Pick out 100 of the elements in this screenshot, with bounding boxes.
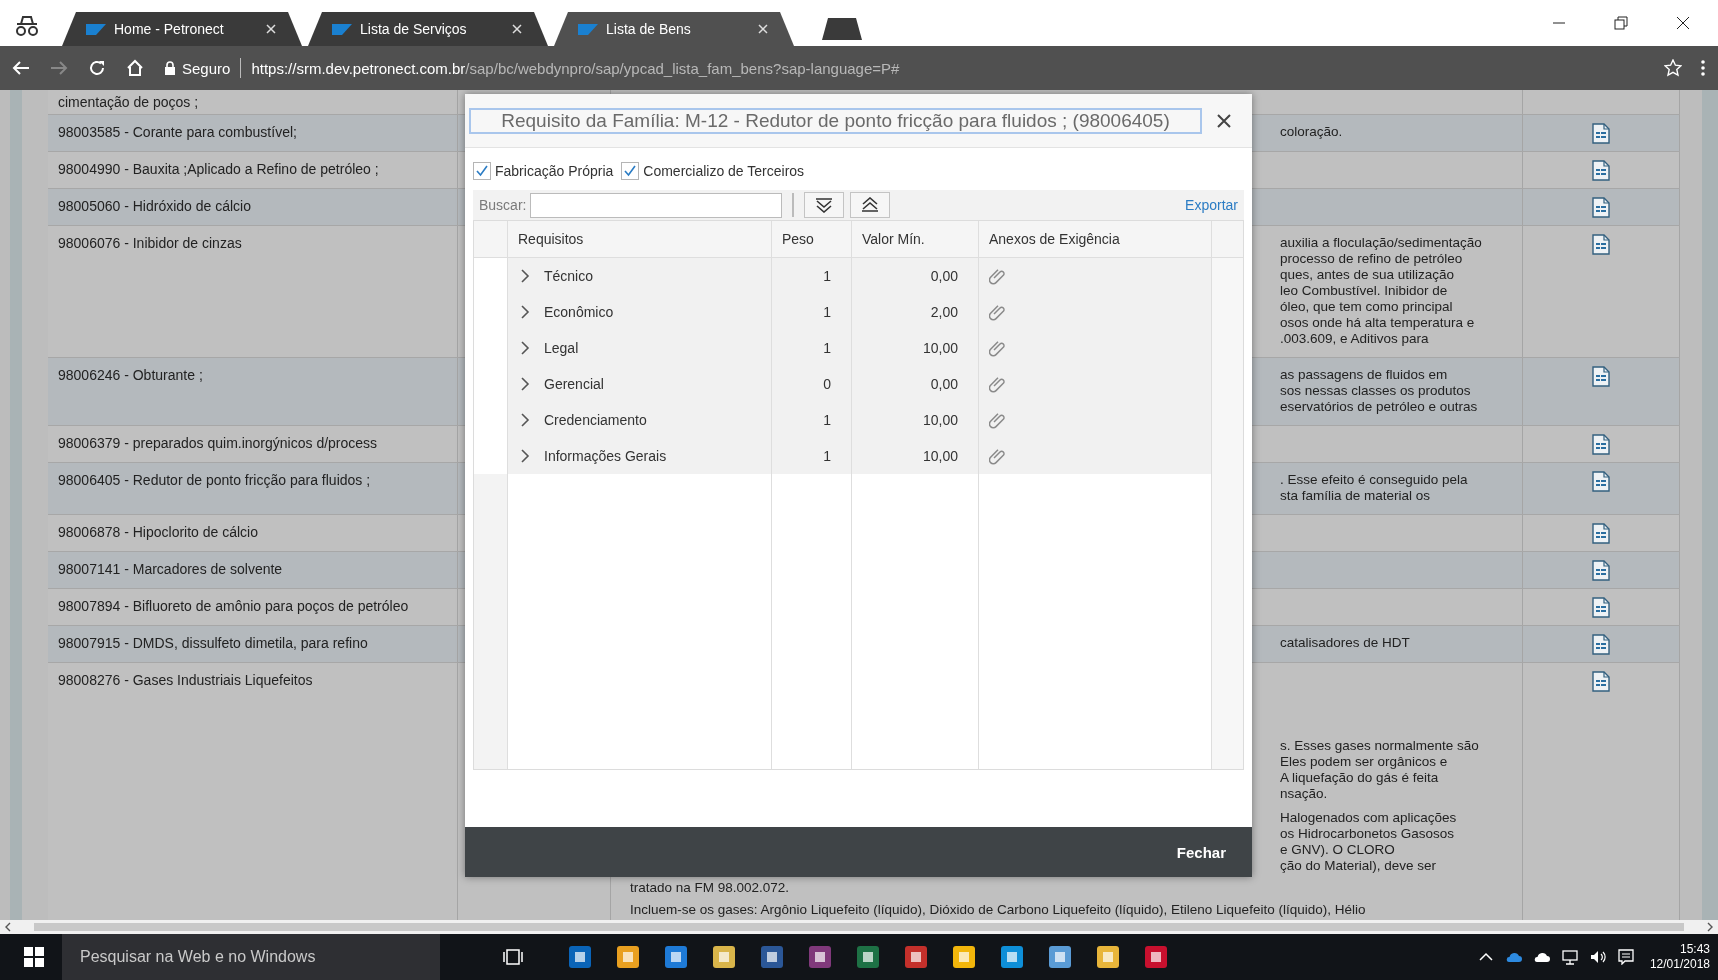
document-icon[interactable] (1592, 560, 1610, 581)
min-value: 10,00 (922, 340, 958, 356)
app-icon[interactable] (951, 944, 977, 970)
search-field[interactable]: Pesquisar na Web e no Windows (62, 934, 440, 980)
description-text: .003.609, e Aditivos para (1280, 331, 1430, 347)
document-icon[interactable] (1592, 671, 1610, 692)
notification-icon[interactable] (1616, 949, 1635, 965)
home-icon[interactable] (126, 59, 144, 77)
app-icon[interactable] (855, 944, 881, 970)
column-header[interactable]: Anexos de Exigência (989, 231, 1120, 247)
url-text[interactable]: https://srm.dev.petronect.com.br/sap/bc/webdynpro/sap/ypcad_lista_fam_bens?sap-language=P# (251, 59, 900, 77)
min-value: 2,00 (930, 304, 958, 320)
document-icon[interactable] (1592, 197, 1610, 218)
app-icon[interactable] (759, 944, 785, 970)
app-icon[interactable] (1143, 944, 1169, 970)
scroll-right-icon[interactable] (1706, 922, 1714, 932)
description-text: e GNV). O CLORO (1280, 842, 1396, 858)
close-button[interactable]: Fechar (1162, 835, 1240, 869)
requirement-name: Informações Gerais (544, 448, 667, 464)
app-icon[interactable] (807, 944, 833, 970)
search-field[interactable] (530, 192, 783, 218)
speaker-icon[interactable] (1588, 949, 1607, 965)
description-text: Incluem-se os gases: Argônio Liquefeito (líquido), Dióxido de Carbono Liquefeito (líquido), Etileno Liquefeito (líquido), Hélio (630, 902, 1367, 918)
checkbox[interactable] (621, 162, 640, 180)
min-value: 10,00 (922, 412, 958, 428)
document-icon[interactable] (1592, 434, 1610, 455)
app-icon[interactable] (903, 944, 929, 970)
table-cell: 98005060 - Hidróxido de cálcio (48, 189, 458, 225)
chevron-icon[interactable] (520, 269, 530, 283)
paperclip-icon[interactable] (989, 339, 1005, 357)
paperclip-icon[interactable] (989, 447, 1005, 465)
table-cell: 98007141 - Marcadores de solvente (48, 552, 458, 588)
new-tab-button[interactable] (822, 18, 862, 40)
description-text: . Esse efeito é conseguido pela (1280, 472, 1469, 488)
paperclip-icon[interactable] (989, 303, 1005, 321)
browser-tab[interactable]: Home - Petronect (62, 12, 302, 46)
document-icon[interactable] (1592, 597, 1610, 618)
browser-tab[interactable]: Lista de Bens (554, 12, 794, 46)
chevron-icon[interactable] (520, 341, 530, 355)
document-icon[interactable] (1592, 634, 1610, 655)
clock-date[interactable]: 12/01/2018 (1649, 957, 1710, 972)
collapse-all-button[interactable] (850, 192, 891, 218)
browser-tab[interactable]: Lista de Serviços (308, 12, 548, 46)
back-arrow-icon[interactable] (12, 59, 30, 77)
weight-value: 0 (823, 376, 831, 392)
chevron-icon[interactable] (520, 305, 530, 319)
column-header[interactable]: Requisitos (518, 231, 584, 247)
logo-icon (578, 23, 598, 35)
clock-time[interactable]: 15:43 (1679, 942, 1710, 957)
export-link[interactable]: Exportar (1185, 197, 1238, 213)
app-icon[interactable] (999, 944, 1025, 970)
paperclip-icon[interactable] (989, 411, 1005, 429)
table-cell: 98006246 - Obturante ; (48, 358, 458, 425)
restore-icon[interactable] (1614, 16, 1628, 30)
table-cell: 98007915 - DMDS, dissulfeto dimetila, para refino (48, 626, 458, 662)
security-label: Seguro (182, 59, 231, 77)
requirement-name: Técnico (544, 268, 594, 284)
scroll-left-icon[interactable] (4, 922, 12, 932)
menu-icon[interactable] (1700, 59, 1706, 77)
network-icon[interactable] (1560, 949, 1579, 965)
document-icon[interactable] (1592, 366, 1610, 387)
document-icon[interactable] (1592, 123, 1610, 144)
star-icon[interactable] (1664, 59, 1682, 77)
chevron-icon[interactable] (520, 413, 530, 427)
app-icon[interactable] (663, 944, 689, 970)
min-value: 10,00 (922, 448, 958, 464)
description-text: catalisadores de HDT (1280, 635, 1411, 651)
checkbox[interactable] (473, 162, 491, 180)
description-text: óleo, que tem como principal (1280, 299, 1454, 315)
reload-icon[interactable] (88, 59, 106, 77)
column-header[interactable]: Peso (782, 231, 814, 247)
app-icon[interactable] (615, 944, 641, 970)
chevron-icon[interactable] (520, 449, 530, 463)
column-header[interactable]: Valor Mín. (862, 231, 925, 247)
chevrons-down-icon (814, 197, 835, 213)
paperclip-icon[interactable] (989, 267, 1005, 285)
description-text: s. Esses gases normalmente são (1280, 738, 1480, 754)
requirement-name: Credenciamento (544, 412, 647, 428)
table-cell: 98004990 - Bauxita ;Aplicado a Refino de petróleo ; (48, 152, 458, 188)
document-icon[interactable] (1592, 471, 1610, 492)
chevron-icon[interactable] (520, 377, 530, 391)
paperclip-icon[interactable] (989, 375, 1005, 393)
close-icon[interactable] (1676, 16, 1690, 30)
document-icon[interactable] (1592, 523, 1610, 544)
close-icon[interactable] (1216, 112, 1232, 129)
expand-all-button[interactable] (804, 192, 845, 218)
document-icon[interactable] (1592, 234, 1610, 255)
description-text: sos nessas classes os produtos (1280, 383, 1472, 399)
app-icon[interactable] (711, 944, 737, 970)
search-label: Buscar: (479, 197, 527, 213)
app-icon[interactable] (1047, 944, 1073, 970)
description-text: Eles podem ser orgânicos e (1280, 754, 1449, 770)
requirement-name: Econômico (544, 304, 614, 320)
scrollbar-thumb[interactable] (34, 923, 1684, 931)
app-icon[interactable] (1095, 944, 1121, 970)
weight-value: 1 (823, 340, 831, 356)
app-icon[interactable] (567, 944, 593, 970)
document-icon[interactable] (1592, 160, 1610, 181)
weight-value: 1 (823, 304, 831, 320)
windows-logo-icon[interactable] (24, 947, 44, 967)
